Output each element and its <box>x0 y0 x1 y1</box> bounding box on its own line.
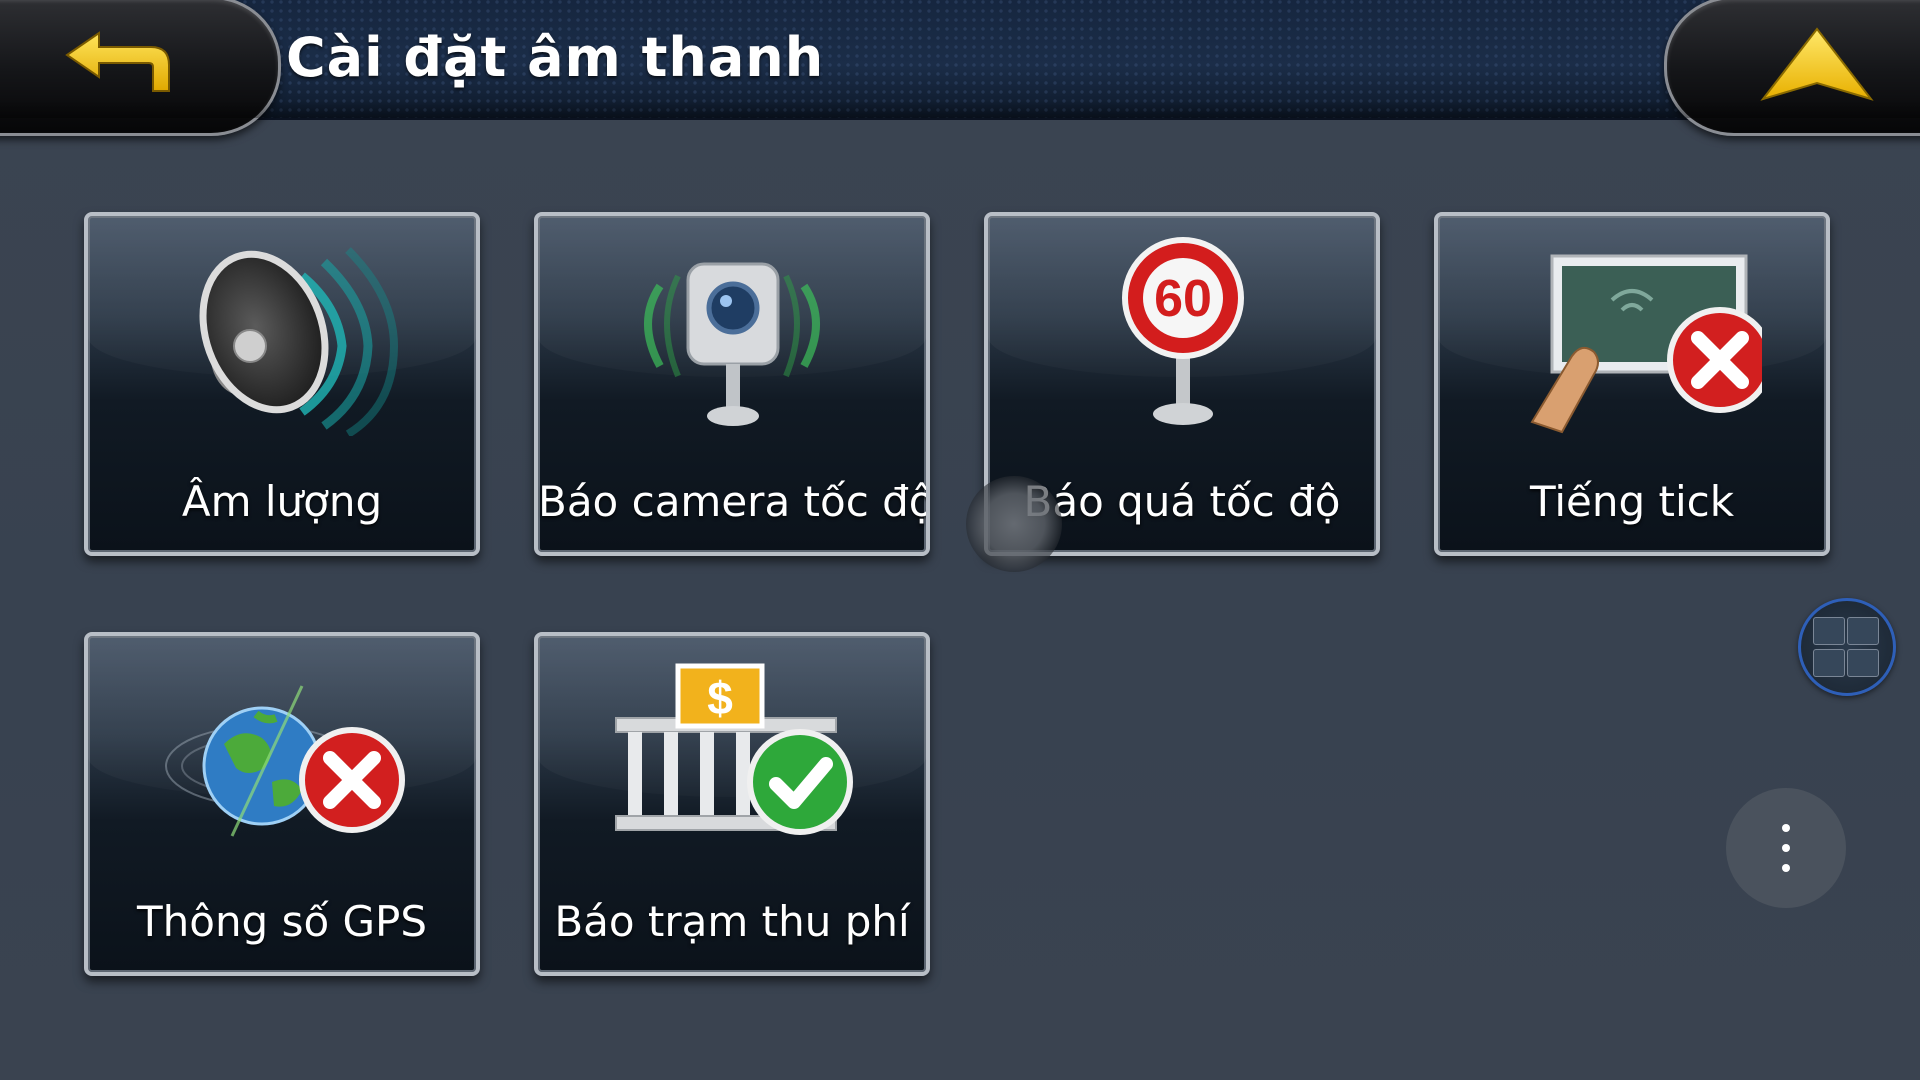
back-button[interactable] <box>0 0 281 136</box>
tile-tick-sound-label: Tiếng tick <box>1529 477 1735 526</box>
tile-gps-info[interactable]: Thông số GPS <box>84 632 480 976</box>
svg-text:$: $ <box>707 672 733 724</box>
speed-limit-sign-icon: 60 <box>1122 237 1244 425</box>
globe-gps-icon <box>165 685 405 837</box>
up-arrow-icon <box>1760 27 1874 101</box>
tile-gps-info-label: Thông số GPS <box>136 897 428 946</box>
touch-screen-icon <box>1530 254 1762 434</box>
speed-camera-icon <box>644 262 820 426</box>
header-bar: Cài đặt âm thanh <box>0 0 1920 136</box>
back-arrow-icon <box>65 31 170 92</box>
tile-speed-camera[interactable]: Báo camera tốc độ <box>534 212 930 556</box>
tile-toll-station[interactable]: $ Báo trạm thu phí <box>534 632 930 976</box>
tile-tick-sound[interactable]: Tiếng tick <box>1434 212 1830 556</box>
sound-settings-screen: Cài đặt âm thanh Âm lượng Báo camera tốc… <box>0 0 1920 1080</box>
tile-toll-station-label: Báo trạm thu phí <box>554 897 910 946</box>
tile-speed-camera-label: Báo camera tốc độ <box>538 477 930 526</box>
tile-overspeed-alert-label: Báo quá tốc độ <box>1023 477 1341 526</box>
more-vert-icon[interactable] <box>1726 788 1846 908</box>
tile-volume-label: Âm lượng <box>181 477 383 526</box>
tile-overspeed-alert[interactable]: 60 Báo quá tốc độ <box>984 212 1380 556</box>
svg-text:60: 60 <box>1154 270 1212 328</box>
tile-volume[interactable]: Âm lượng <box>84 212 480 556</box>
app-switcher-icon[interactable] <box>1798 598 1896 696</box>
toll-station-icon: $ <box>615 663 853 835</box>
up-button[interactable] <box>1664 0 1920 136</box>
speaker-icon <box>199 247 399 436</box>
page-title: Cài đặt âm thanh <box>286 26 825 89</box>
